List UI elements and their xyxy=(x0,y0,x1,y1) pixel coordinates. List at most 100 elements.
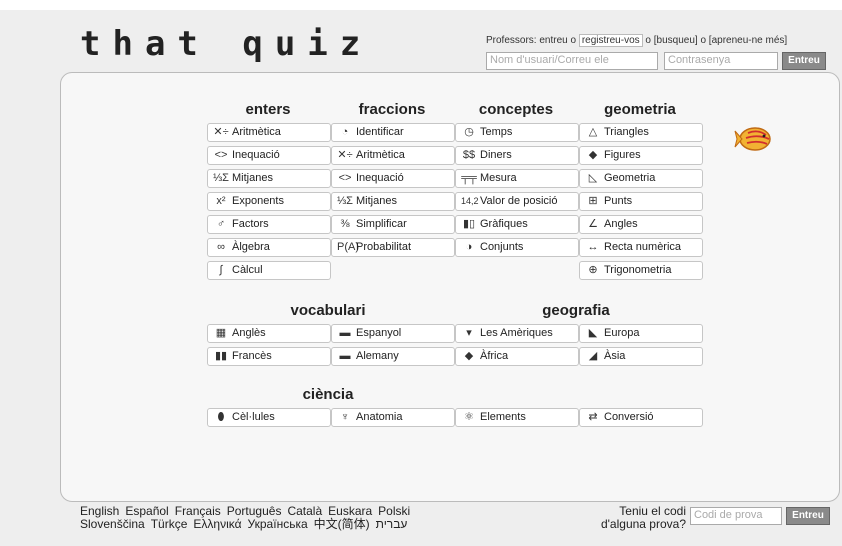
geografia-africa-button[interactable]: ◆ Àfrica xyxy=(455,347,579,366)
button-label: Aritmètica xyxy=(356,149,405,161)
button-label: Valor de posició xyxy=(480,195,558,207)
header-geografia: geografia xyxy=(542,302,610,319)
ciencia-anatomia-button[interactable]: ♆ Anatomia xyxy=(331,408,455,427)
teacher-suffix[interactable]: o [busqueu] o [apreneu-ne més] xyxy=(645,35,787,46)
lang-ellinika-link[interactable]: Ελληνικά xyxy=(193,517,241,531)
username-input[interactable]: Nom d'usuari/Correu ele xyxy=(486,52,658,70)
lang-francais-link[interactable]: Français xyxy=(175,504,221,518)
lang-euskara-link[interactable]: Euskara xyxy=(328,504,372,518)
france-flag-icon: ▮▮ xyxy=(214,350,228,362)
geometria-triangles-button[interactable]: △ Triangles xyxy=(579,123,703,142)
convert-arrows-icon: ⇄ xyxy=(588,411,598,423)
header-fraccions: fraccions xyxy=(358,101,426,118)
algebra-icon: ∞ xyxy=(217,241,225,253)
lang-catala-link[interactable]: Català xyxy=(287,504,322,518)
language-row-2: Slovenščina Türkçe Ελληνικά Українська 中文(简体… xyxy=(80,518,416,531)
register-link[interactable]: registreu-vos xyxy=(578,34,643,47)
fraccions-identificar-button[interactable]: ◔ Identificar xyxy=(331,123,455,142)
site-logo[interactable]: that quiz xyxy=(80,24,372,64)
lang-portugues-link[interactable]: Português xyxy=(227,504,282,518)
language-links: English Español Français Português Català Eus… xyxy=(80,505,416,531)
lang-espanol-link[interactable]: Español xyxy=(125,504,168,518)
button-label: Exponents xyxy=(232,195,284,207)
button-label: Mitjanes xyxy=(232,172,273,184)
conceptes-conjunts-button[interactable]: ◑ Conjunts xyxy=(455,238,579,257)
geometria-geometria-button[interactable]: ◺ Geometria xyxy=(579,169,703,188)
anatomy-icon: ♆ xyxy=(340,411,350,423)
teacher-login-line: Professors: entreu o registreu-vos o [bu… xyxy=(486,34,787,47)
conceptes-mesura-button[interactable]: ╤╤ Mesura xyxy=(455,169,579,188)
enters-factors-button[interactable]: ♂ Factors xyxy=(207,215,331,234)
geometria-recta-numerica-button[interactable]: ↔ Recta numèrica xyxy=(579,238,703,257)
geografia-europa-button[interactable]: ◣ Europa xyxy=(579,324,703,343)
button-label: Àlgebra xyxy=(232,241,270,253)
fraccions-simplificar-button[interactable]: ⅜ Simplificar xyxy=(331,215,455,234)
fish-icon[interactable] xyxy=(734,126,774,152)
vocabulari-frances-button[interactable]: ▮▮ Francès xyxy=(207,347,331,366)
enters-inequacio-button[interactable]: <> Inequació xyxy=(207,146,331,165)
lang-slovenscina-link[interactable]: Slovenščina xyxy=(80,517,145,531)
ciencia-elements-button[interactable]: ⚛ Elements xyxy=(455,408,579,427)
atom-icon: ⚛ xyxy=(464,411,474,423)
fraccions-mitjanes-button[interactable]: ⅓Σ Mitjanes xyxy=(331,192,455,211)
lang-hebrew-link[interactable]: עברית xyxy=(376,517,408,531)
button-label: Trigonometria xyxy=(604,264,672,276)
enters-algebra-button[interactable]: ∞ Àlgebra xyxy=(207,238,331,257)
vocabulari-angles-button[interactable]: ▦ Anglès xyxy=(207,324,331,343)
ciencia-cellules-button[interactable]: ⬮ Cèl·lules xyxy=(207,408,331,427)
shapes-icon: ◆ xyxy=(588,149,598,161)
button-label: Figures xyxy=(604,149,641,161)
geografia-ameriques-button[interactable]: ▾ Les Amèriques xyxy=(455,324,579,343)
button-label: Elements xyxy=(480,411,526,423)
button-label: Factors xyxy=(232,218,269,230)
geometria-figures-button[interactable]: ◆ Figures xyxy=(579,146,703,165)
enters-aritmetica-button[interactable]: ✕÷ Aritmètica xyxy=(207,123,331,142)
header-geometria: geometria xyxy=(604,101,676,118)
button-label: Les Amèriques xyxy=(480,327,553,339)
top-strip xyxy=(0,0,842,10)
password-input[interactable]: Contrasenya xyxy=(664,52,778,70)
cell-icon: ⬮ xyxy=(217,411,225,423)
header-vocabulari: vocabulari xyxy=(290,302,366,319)
vocabulari-espanyol-button[interactable]: ▬ Espanyol xyxy=(331,324,455,343)
factors-icon: ♂ xyxy=(216,218,226,230)
enters-mitjanes-button[interactable]: ⅓Σ Mitjanes xyxy=(207,169,331,188)
lang-turkce-link[interactable]: Türkçe xyxy=(151,517,188,531)
ciencia-conversio-button[interactable]: ⇄ Conversió xyxy=(579,408,703,427)
inequality-icon: <> xyxy=(338,172,352,184)
geografia-asia-button[interactable]: ◢ Àsia xyxy=(579,347,703,366)
login-button[interactable]: Entreu xyxy=(782,52,826,70)
fraccions-probabilitat-button[interactable]: P(A)Probabilitat xyxy=(331,238,455,257)
spain-flag-icon: ▬ xyxy=(339,327,351,339)
fraccions-aritmetica-button[interactable]: ✕÷ Aritmètica xyxy=(331,146,455,165)
vocabulari-alemany-button[interactable]: ▬ Alemany xyxy=(331,347,455,366)
code-submit-button[interactable]: Entreu xyxy=(786,507,830,525)
arithmetic-icon: ✕÷ xyxy=(213,126,229,138)
button-label: Anglès xyxy=(232,327,266,339)
button-label: Punts xyxy=(604,195,633,207)
angle-icon: ∠ xyxy=(588,218,598,230)
button-label: Simplificar xyxy=(356,218,407,230)
conceptes-diners-button[interactable]: $$ Diners xyxy=(455,146,579,165)
conceptes-grafiques-button[interactable]: ▮▯ Gràfiques xyxy=(455,215,579,234)
button-label: Àsia xyxy=(604,350,626,362)
fraccions-inequacio-button[interactable]: <> Inequació xyxy=(331,169,455,188)
geometria-angles-button[interactable]: ∠ Angles xyxy=(579,215,703,234)
test-code-input[interactable]: Codi de prova xyxy=(690,507,782,525)
conceptes-temps-button[interactable]: ◷ Temps xyxy=(455,123,579,142)
button-label: Espanyol xyxy=(356,327,402,339)
averages-icon: ⅓Σ xyxy=(337,195,353,207)
enters-exponents-button[interactable]: x² Exponents xyxy=(207,192,331,211)
conceptes-valor-posicio-button[interactable]: 14,2Valor de posició xyxy=(455,192,579,211)
trig-circle-icon: ⊕ xyxy=(588,264,598,276)
lang-polski-link[interactable]: Polski xyxy=(378,504,410,518)
lang-chinese-link[interactable]: 中文(简体) xyxy=(314,517,370,531)
germany-flag-icon: ▬ xyxy=(339,350,351,362)
enters-calcul-button[interactable]: ∫ Càlcul xyxy=(207,261,331,280)
geometria-punts-button[interactable]: ⊞ Punts xyxy=(579,192,703,211)
header-enters: enters xyxy=(245,101,291,118)
geometria-trigonometria-button[interactable]: ⊕ Trigonometria xyxy=(579,261,703,280)
lang-ukrainska-link[interactable]: Українська xyxy=(248,517,308,531)
lang-english-link[interactable]: English xyxy=(80,504,119,518)
place-value-icon: 14,2 xyxy=(461,196,479,206)
